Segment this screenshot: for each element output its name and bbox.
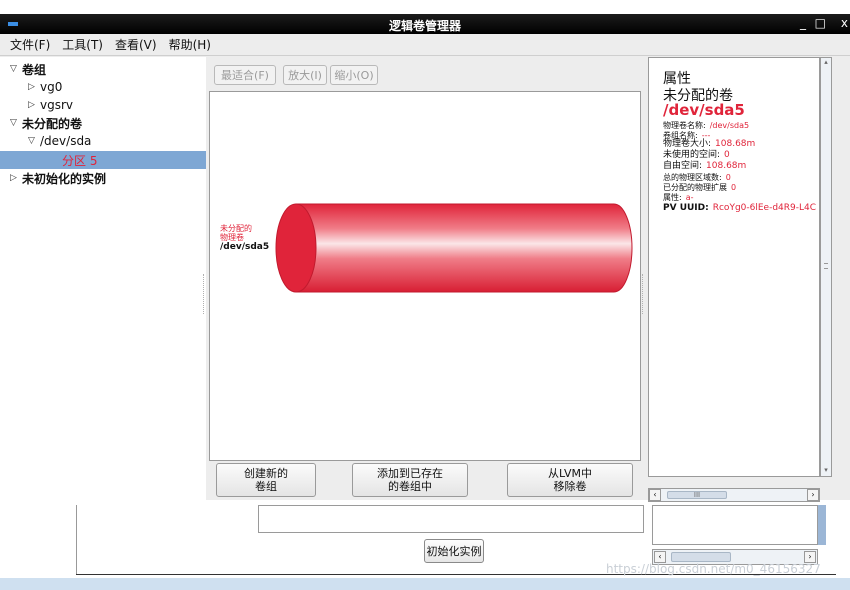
scroll-thumb[interactable]: III [667, 491, 727, 499]
collapsed-triangle-icon[interactable]: ▷ [10, 173, 22, 183]
property-row: 未使用的空间: 0 [663, 151, 730, 160]
property-row: 总的物理区域数: 0 [663, 173, 731, 182]
menu-help[interactable]: 帮助(H) [169, 36, 211, 53]
cylinder-end-cap [275, 203, 317, 293]
tree-item-dev-sda[interactable]: ▽ /dev/sda [28, 132, 91, 150]
property-value: 108.68m [715, 139, 756, 149]
property-key: 已分配的物理扩展 [663, 183, 727, 192]
background-divider [76, 505, 77, 575]
lvm-window: 逻辑卷管理器 _ □ x 文件(F) 工具(T) 查看(V) 帮助(H) ▽ 卷… [0, 14, 850, 502]
tree-item-label: 未分配的卷 [22, 116, 83, 131]
scroll-grip[interactable] [824, 263, 828, 269]
canvas-label-kind: 物理卷 [220, 233, 244, 242]
button-label-line1: 创建新的 [244, 467, 288, 480]
collapsed-triangle-icon[interactable]: ▷ [28, 100, 40, 110]
menu-bar: 文件(F) 工具(T) 查看(V) 帮助(H) [0, 34, 850, 56]
property-value: /dev/sda5 [709, 121, 750, 130]
background-text-area[interactable] [258, 505, 644, 533]
window-title: 逻辑卷管理器 [388, 19, 461, 33]
volume-tree: ▽ 卷组 ▷ vg0 ▷ vgsrv ▽ 未分配的卷 ▽ /dev/sda 分区… [0, 57, 206, 500]
property-value: 0 [731, 183, 737, 192]
property-key: 物理卷名称: [663, 121, 706, 130]
property-value: 108.68m [706, 161, 747, 171]
expanded-triangle-icon[interactable]: ▽ [28, 136, 40, 146]
tree-item-partition-5[interactable]: 分区 5 [0, 151, 206, 169]
maximize-button[interactable]: □ [815, 16, 826, 30]
best-fit-button[interactable]: 最适合(F) [214, 65, 276, 85]
volume-canvas[interactable]: 未分配的 物理卷 /dev/sda5 [209, 91, 641, 461]
property-row: 自由空间: 108.68m [663, 162, 746, 171]
remove-from-lvm-button[interactable]: 从LVM中 移除卷 [507, 463, 633, 497]
physical-volume-cylinder[interactable] [274, 202, 634, 294]
canvas-label-type: 未分配的 [220, 224, 252, 233]
close-button[interactable]: x [841, 16, 848, 30]
tree-item-label: vgsrv [40, 98, 74, 112]
minimize-button[interactable]: _ [800, 16, 806, 30]
tree-item-label: 卷组 [22, 62, 47, 77]
tree-item-unallocated[interactable]: ▽ 未分配的卷 [10, 114, 82, 132]
scroll-thumb[interactable] [671, 552, 731, 562]
scroll-right-icon[interactable]: › [807, 489, 819, 501]
tree-item-uninitialized[interactable]: ▷ 未初始化的实例 [10, 169, 106, 187]
background-right-panel [652, 505, 818, 545]
add-to-volume-group-button[interactable]: 添加到已存在 的卷组中 [352, 463, 468, 497]
property-value: RcoYg0-6lEe-d4R9-L4C [712, 203, 817, 213]
property-row: 物理卷名称:/dev/sda5 [663, 121, 749, 130]
tree-item-vgsrv[interactable]: ▷ vgsrv [28, 96, 73, 114]
tree-item-label: 未初始化的实例 [22, 171, 107, 186]
button-label-line1: 从LVM中 [548, 467, 592, 480]
properties-device: /dev/sda5 [663, 101, 745, 119]
zoom-out-button[interactable]: 缩小(O) [330, 65, 378, 85]
property-row-uuid: PV UUID: RcoYg0-6lEe-d4R9-L4C [663, 204, 816, 213]
expanded-triangle-icon[interactable]: ▽ [10, 118, 22, 128]
tree-item-volume-groups[interactable]: ▽ 卷组 [10, 60, 46, 78]
initialize-instance-button[interactable]: 初始化实例 [424, 539, 484, 563]
menu-view[interactable]: 查看(V) [115, 36, 157, 53]
properties-horizontal-scrollbar[interactable]: ‹ III › [648, 488, 820, 502]
zoom-in-button[interactable]: 放大(I) [283, 65, 327, 85]
canvas-label-device: /dev/sda5 [220, 242, 270, 252]
properties-vertical-scrollbar[interactable]: ▴ ▾ [820, 57, 832, 477]
property-key: 未使用的空间: [663, 150, 721, 160]
scroll-down-icon[interactable]: ▾ [821, 466, 831, 476]
desktop-strip [0, 578, 850, 590]
properties-panel: 属性 未分配的卷 /dev/sda5 物理卷名称:/dev/sda5 卷组名称:… [648, 57, 820, 477]
view-pane: 最适合(F) 放大(I) 缩小(O) 未分配的 物理卷 /dev/sda5 创建… [206, 57, 646, 500]
background-vertical-bar [818, 505, 826, 545]
button-label-line1: 添加到已存在 [377, 467, 443, 480]
property-key: PV UUID: [663, 203, 709, 213]
tree-item-label: /dev/sda [40, 134, 92, 148]
create-volume-group-button[interactable]: 创建新的 卷组 [216, 463, 316, 497]
menu-tools[interactable]: 工具(T) [62, 36, 103, 53]
tree-item-label: 分区 5 [62, 153, 98, 168]
property-value: a- [685, 193, 694, 202]
property-value: 0 [724, 150, 730, 160]
property-key: 自由空间: [663, 161, 703, 171]
property-row: 属性: a- [663, 193, 694, 202]
button-label-line2: 的卷组中 [388, 480, 432, 493]
tree-item-vg0[interactable]: ▷ vg0 [28, 78, 62, 96]
right-splitter[interactable] [642, 274, 645, 314]
property-row: 已分配的物理扩展 0 [663, 183, 736, 192]
menu-file[interactable]: 文件(F) [10, 36, 50, 53]
button-label-line2: 移除卷 [553, 480, 587, 493]
title-bar[interactable]: 逻辑卷管理器 _ □ x [0, 14, 850, 34]
watermark: https://blog.csdn.net/m0_46156327 [606, 562, 821, 576]
scroll-left-icon[interactable]: ‹ [649, 489, 661, 501]
button-label-line2: 卷组 [255, 480, 277, 493]
property-value: 0 [725, 173, 731, 182]
property-key: 物理卷大小: [663, 139, 712, 149]
scroll-up-icon[interactable]: ▴ [821, 58, 831, 68]
expanded-triangle-icon[interactable]: ▽ [10, 64, 22, 74]
tree-item-label: vg0 [40, 80, 63, 94]
property-row: 物理卷大小: 108.68m [663, 140, 755, 149]
property-key: 总的物理区域数: [663, 173, 722, 182]
collapsed-triangle-icon[interactable]: ▷ [28, 82, 40, 92]
property-key: 属性: [663, 193, 682, 202]
